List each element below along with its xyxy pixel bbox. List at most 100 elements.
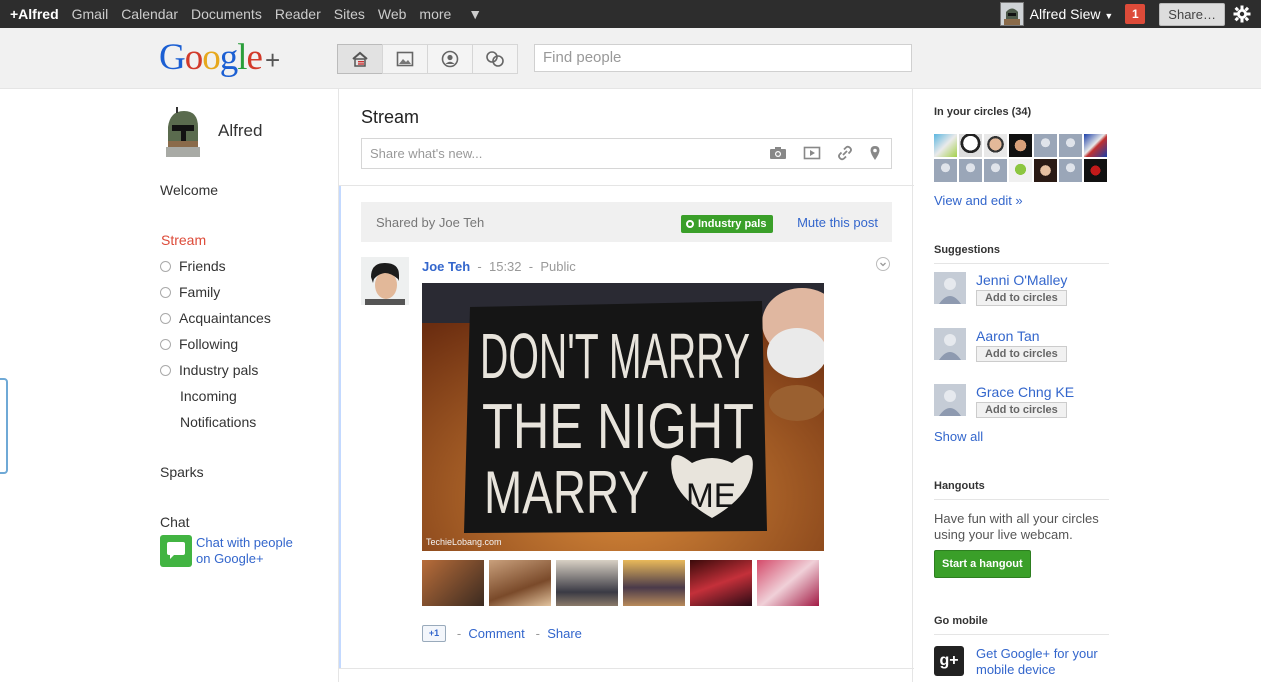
shared-by-bar: Shared by Joe Teh Industry pals Mute thi… [361,202,892,242]
nav-circle-label: Acquaintances [179,310,271,326]
start-hangout-button[interactable]: Start a hangout [934,550,1031,578]
nav-sparks[interactable]: Sparks [160,464,204,480]
post-visibility[interactable]: Public [540,259,575,274]
suggestion-item: Aaron Tan Add to circles [934,328,1067,362]
nav-incoming[interactable]: Incoming [180,388,237,404]
nav-circle-family[interactable]: Family [160,284,220,300]
nav-sites[interactable]: Sites [334,6,365,22]
photo-thumbnail[interactable] [489,560,551,606]
chat-with-people-link[interactable]: Chat with people on Google+ [160,535,293,567]
nav-more[interactable]: more ▼ [419,6,495,22]
avatar[interactable] [1034,134,1057,157]
view-and-edit-link[interactable]: View and edit » [934,193,1023,208]
circle-tag-badge[interactable]: Industry pals [681,215,774,233]
post-main-photo[interactable]: DON'T MARRY THE NIGHT MARRY ME TechieLob… [422,283,824,551]
profile-name: Alfred [218,121,263,140]
comment-link[interactable]: Comment [468,626,524,641]
nav-calendar[interactable]: Calendar [121,6,178,22]
avatar[interactable] [1084,134,1107,157]
nav-circle-industry-pals[interactable]: Industry pals [160,362,258,378]
suggestion-item: Jenni O'Malley Add to circles [934,272,1067,306]
caret-down-icon: ▼ [1104,11,1114,21]
avatar[interactable] [1009,134,1032,157]
post-options-chevron-icon[interactable] [876,257,890,271]
nav-plus-alfred[interactable]: +Alfred [10,6,59,22]
avatar[interactable] [1059,159,1082,182]
profile-mode-button[interactable] [427,44,473,74]
gear-icon[interactable] [1233,5,1251,23]
photo-thumbnail[interactable] [757,560,819,606]
photos-mode-button[interactable] [382,44,428,74]
mobile-line2: mobile device [976,662,1056,677]
location-pin-icon[interactable] [869,145,881,164]
share-button[interactable]: Share… [1159,2,1225,26]
post-time[interactable]: 15:32 [489,259,522,274]
avatar[interactable] [959,134,982,157]
avatar[interactable] [934,159,957,182]
nav-stream[interactable]: Stream [161,232,206,248]
avatar[interactable] [1009,159,1032,182]
add-to-circles-button[interactable]: Add to circles [976,290,1067,306]
nav-circle-acquaintances[interactable]: Acquaintances [160,310,271,326]
photo-thumbnail[interactable] [422,560,484,606]
video-icon[interactable] [803,145,821,164]
default-avatar-icon[interactable] [934,328,966,360]
account-name[interactable]: Alfred Siew ▼ [1030,6,1114,22]
stream-title: Stream [361,107,420,127]
shared-by-text: Shared by Joe Teh [376,215,485,230]
add-to-circles-button[interactable]: Add to circles [976,402,1067,418]
chat-bubble-icon [160,535,192,567]
get-mobile-link[interactable]: Get Google+ for your mobile device [976,646,1098,678]
google-plus-app-icon[interactable]: g+ [934,646,964,676]
default-avatar-icon[interactable] [934,384,966,416]
avatar[interactable] [1059,134,1082,157]
nav-gmail[interactable]: Gmail [72,6,109,22]
link-icon[interactable] [837,145,853,164]
default-avatar-icon[interactable] [934,272,966,304]
plus-one-button[interactable]: +1 [422,625,446,642]
svg-text:THE NIGHT: THE NIGHT [482,390,754,462]
google-plus-logo[interactable]: Google + [159,36,280,79]
avatar[interactable] [984,159,1007,182]
share-post-link[interactable]: Share [547,626,582,641]
nav-circle-friends[interactable]: Friends [160,258,226,274]
post-author-link[interactable]: Joe Teh [422,259,470,274]
photo-thumbnail[interactable] [623,560,685,606]
stream-mode-button[interactable] [337,44,383,74]
nav-notifications[interactable]: Notifications [180,414,256,430]
divider [339,185,914,186]
author-avatar[interactable] [361,257,409,305]
notification-count-badge[interactable]: 1 [1125,4,1146,24]
suggestion-name[interactable]: Aaron Tan [976,328,1040,344]
post-selected-indicator [339,186,341,668]
photo-thumbnail[interactable] [690,560,752,606]
avatar[interactable] [1034,159,1057,182]
avatar[interactable] [959,159,982,182]
photo-thumbnail[interactable] [556,560,618,606]
add-to-circles-button[interactable]: Add to circles [976,346,1067,362]
mute-post-link[interactable]: Mute this post [797,215,878,230]
avatar[interactable] [934,134,957,157]
avatar[interactable] [984,134,1007,157]
avatar[interactable] [1084,159,1107,182]
suggestion-name[interactable]: Jenni O'Malley [976,272,1067,288]
nav-reader[interactable]: Reader [275,6,321,22]
profile-link[interactable]: Alfred [160,105,262,157]
nav-documents[interactable]: Documents [191,6,262,22]
circle-icon [160,364,171,376]
profile-avatar [160,105,206,157]
share-box-icons [753,145,881,164]
action-separator: - [456,626,462,641]
suggestion-name[interactable]: Grace Chng KE [976,384,1074,400]
show-all-link[interactable]: Show all [934,429,983,444]
hangouts-title: Hangouts [934,480,985,492]
hangouts-description: Have fun with all your circles using you… [934,511,1099,543]
circles-mode-button[interactable] [472,44,518,74]
find-people-input[interactable]: Find people [534,44,912,72]
account-avatar[interactable] [999,2,1024,26]
camera-icon[interactable] [769,145,787,164]
share-box[interactable]: Share what's new... [361,138,892,169]
nav-circle-following[interactable]: Following [160,336,238,352]
nav-welcome[interactable]: Welcome [160,182,218,198]
nav-web[interactable]: Web [378,6,407,22]
